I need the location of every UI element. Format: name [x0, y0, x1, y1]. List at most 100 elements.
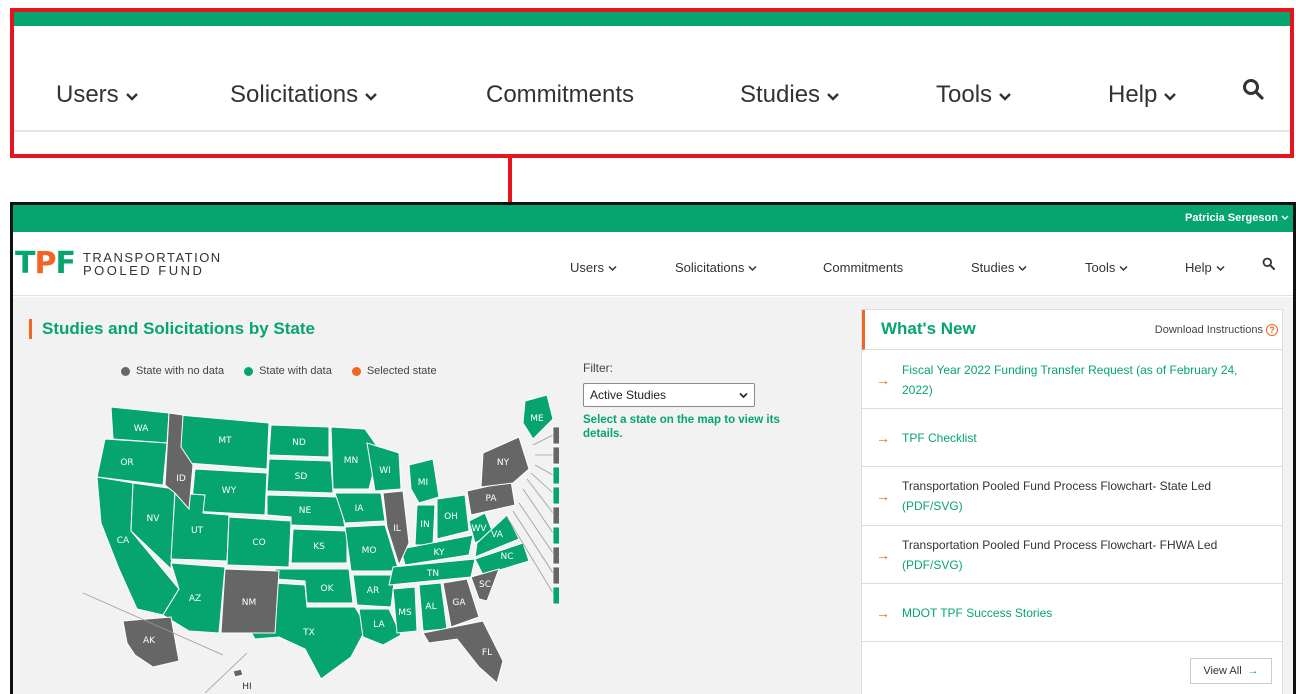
map-label: WV: [471, 524, 487, 534]
side-box-nh: [552, 446, 559, 465]
nav-tools[interactable]: Tools: [1085, 260, 1128, 275]
filter-help-text: Select a state on the map to view its de…: [583, 414, 780, 440]
map-label: MT: [218, 436, 232, 446]
section-title: Studies and Solicitations by State: [29, 319, 315, 339]
arrow-right-icon: →: [876, 546, 890, 563]
map-label: SD: [295, 472, 308, 482]
map-label: TN: [426, 569, 439, 579]
map-label: IN: [420, 520, 429, 530]
chevron-down-icon: [748, 260, 757, 275]
whats-new-panel: What's New Download Instructions ? → Fis…: [861, 309, 1283, 694]
map-label: AL: [425, 602, 436, 612]
side-box-ct: [552, 506, 559, 525]
nav-commitments[interactable]: Commitments: [823, 260, 903, 275]
map-label: ND: [292, 438, 306, 448]
zoom-nav-tools[interactable]: Tools: [936, 81, 1012, 109]
site-header: TPF TRANSPORTATION POOLED FUND Users Sol…: [13, 232, 1293, 296]
nav-studies[interactable]: Studies: [971, 260, 1027, 275]
map-label: CO: [252, 538, 265, 548]
side-box-nj: [552, 526, 559, 545]
filter-label: Filter:: [583, 361, 613, 375]
search-icon[interactable]: [1242, 78, 1264, 105]
zoom-nav-bar: Users Solicitations Commitments Studies …: [14, 26, 1290, 132]
map-label: OH: [444, 512, 458, 522]
map-label: WI: [379, 466, 391, 476]
browser-screenshot: Patricia Sergeson TPF TRANSPORTATION POO…: [10, 202, 1296, 694]
map-label: AZ: [189, 594, 201, 604]
legend-dot-icon: [244, 366, 254, 376]
map-label: NC: [500, 552, 513, 562]
map-label: OR: [120, 458, 133, 468]
list-item[interactable]: → Transportation Pooled Fund Process Flo…: [862, 526, 1282, 584]
map-label: WY: [222, 486, 237, 496]
map-label: MI: [418, 478, 428, 488]
list-item[interactable]: → Transportation Pooled Fund Process Flo…: [862, 467, 1282, 526]
map-label: KS: [313, 542, 325, 552]
chevron-down-icon: [1018, 260, 1027, 275]
side-box-de: [552, 546, 559, 565]
us-state-map[interactable]: WA OR CA NV ID MT WY UT CO AZ NM ND SD N…: [83, 393, 559, 693]
map-label: IA: [355, 504, 365, 514]
nav-users[interactable]: Users: [570, 260, 617, 275]
zoom-nav-users[interactable]: Users: [56, 81, 139, 109]
legend-item: State with no data: [121, 365, 224, 377]
legend-item: Selected state: [351, 365, 437, 377]
logo-text: TRANSPORTATION POOLED FUND: [82, 249, 222, 278]
arrow-right-icon: →: [876, 488, 890, 504]
nav-help[interactable]: Help: [1185, 260, 1225, 275]
map-label: IL: [393, 524, 401, 534]
list-item[interactable]: → Fiscal Year 2022 Funding Transfer Requ…: [862, 351, 1282, 409]
chevron-down-icon: [364, 81, 378, 109]
map-label: ID: [176, 474, 186, 484]
arrow-right-icon: →: [876, 604, 890, 621]
chevron-down-icon: [1216, 260, 1225, 275]
list-item[interactable]: → MDOT TPF Success Stories: [862, 584, 1282, 642]
map-label: HI: [242, 682, 251, 692]
legend-dot-icon: [351, 366, 361, 376]
map-label: MS: [398, 608, 412, 618]
map-label: CA: [117, 536, 130, 546]
side-box-vt: [552, 426, 559, 445]
chevron-down-icon: [1163, 81, 1177, 109]
filter-block: Filter: Active Studies Select a state on…: [583, 361, 813, 441]
whats-new-list: → Fiscal Year 2022 Funding Transfer Requ…: [862, 351, 1282, 642]
user-menu[interactable]: Patricia Sergeson: [1185, 212, 1289, 224]
zoom-divider: [14, 130, 1290, 132]
arrow-right-icon: →: [876, 429, 890, 446]
arrow-right-icon: →: [876, 371, 890, 388]
chevron-down-icon: [1119, 260, 1128, 275]
zoom-nav-studies[interactable]: Studies: [740, 81, 840, 109]
arrow-right-icon: →: [1247, 665, 1259, 677]
filter-select[interactable]: Active Studies: [583, 383, 755, 407]
chevron-down-icon: [826, 81, 840, 109]
map-label: NV: [147, 514, 161, 524]
side-box-dc: [552, 586, 559, 605]
map-label: UT: [191, 526, 204, 536]
legend-dot-icon: [121, 366, 130, 376]
zoom-nav-solicitations[interactable]: Solicitations: [230, 81, 378, 109]
nav-solicitations[interactable]: Solicitations: [675, 260, 757, 275]
chevron-down-icon: [125, 81, 139, 109]
map-label: NM: [242, 598, 257, 608]
view-all-button[interactable]: View All →: [1190, 658, 1272, 684]
map-panel: Studies and Solicitations by State State…: [17, 311, 851, 694]
map-label: SC: [479, 580, 491, 590]
download-instructions-link[interactable]: Download Instructions ?: [1155, 324, 1278, 336]
map-label: TX: [302, 628, 315, 638]
map-legend: State with no data State with data Selec…: [121, 365, 437, 377]
chevron-down-icon: [1281, 212, 1289, 224]
map-label: LA: [373, 620, 385, 630]
main-content: Studies and Solicitations by State State…: [13, 297, 1293, 694]
zoomed-nav-callout: Users Solicitations Commitments Studies …: [10, 8, 1294, 158]
zoom-nav-commitments[interactable]: Commitments: [486, 81, 634, 109]
site-logo[interactable]: TPF TRANSPORTATION POOLED FUND: [15, 246, 222, 281]
legend-item: State with data: [244, 365, 332, 377]
search-icon[interactable]: [1262, 257, 1275, 275]
map-label: VA: [491, 530, 504, 540]
map-label: NE: [299, 506, 312, 516]
map-label: AR: [367, 586, 379, 596]
list-item[interactable]: → TPF Checklist: [862, 409, 1282, 467]
zoom-nav-help[interactable]: Help: [1108, 81, 1177, 109]
map-label: MO: [362, 546, 377, 556]
annotated-screenshot: Users Solicitations Commitments Studies …: [0, 0, 1296, 694]
